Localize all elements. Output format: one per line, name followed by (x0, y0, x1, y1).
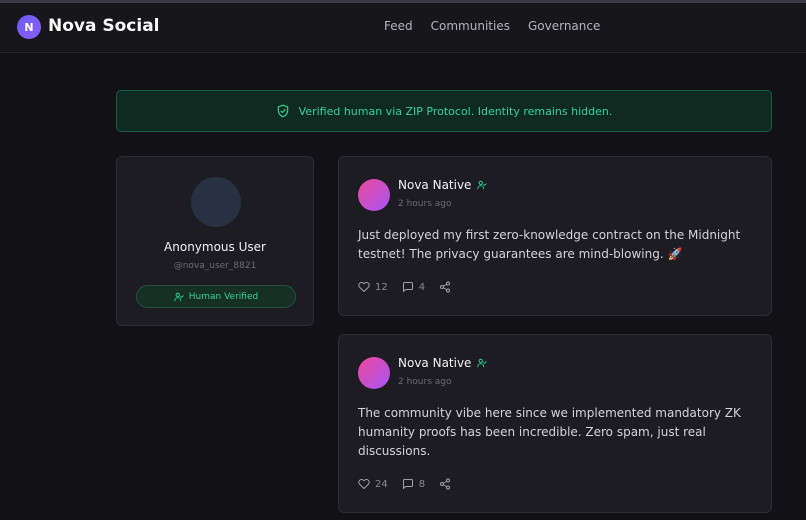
verified-user-icon (477, 180, 488, 190)
comment-button[interactable]: 8 (402, 478, 425, 490)
like-count: 24 (375, 478, 388, 490)
heart-icon (358, 478, 370, 490)
comment-count: 8 (418, 478, 426, 490)
post-author-row: Nova Native (398, 178, 488, 192)
comment-button[interactable]: 4 (402, 281, 425, 293)
post-body: The community vibe here since we impleme… (358, 406, 741, 458)
nav-communities[interactable]: Communities (431, 19, 510, 33)
banner-text: Verified human via ZIP Protocol. Identit… (298, 104, 613, 118)
post-card: Nova Native 2 hours ago Just deployed my… (338, 156, 772, 316)
like-count: 12 (375, 281, 388, 293)
verification-banner: Verified human via ZIP Protocol. Identit… (116, 90, 772, 132)
profile-avatar[interactable] (191, 177, 241, 227)
post-actions: 12 4 (358, 281, 451, 293)
post-body: Just deployed my first zero-knowledge co… (358, 228, 741, 261)
post-author-name[interactable]: Nova Native (398, 356, 471, 370)
share-button[interactable] (439, 281, 451, 293)
user-check-icon (174, 292, 184, 302)
logo-badge[interactable]: N (17, 15, 41, 39)
profile-card: Anonymous User @nova_user_8821 Human Ver… (116, 156, 314, 326)
nav-feed[interactable]: Feed (384, 19, 413, 33)
post-author-avatar[interactable] (358, 179, 390, 211)
shield-check-icon (276, 104, 290, 118)
post-author-row: Nova Native (398, 356, 488, 370)
share-icon (439, 478, 451, 490)
nav-governance[interactable]: Governance (528, 19, 600, 33)
verified-badge-label: Human Verified (188, 291, 259, 302)
like-button[interactable]: 24 (358, 478, 388, 490)
post-card: Nova Native 2 hours ago The community vi… (338, 334, 772, 513)
post-actions: 24 8 (358, 478, 451, 490)
like-button[interactable]: 12 (358, 281, 388, 293)
post-author-name[interactable]: Nova Native (398, 178, 471, 192)
verified-user-icon (477, 358, 488, 368)
share-icon (439, 281, 451, 293)
post-timestamp: 2 hours ago (398, 377, 452, 387)
human-verified-badge: Human Verified (136, 285, 296, 308)
post-author-avatar[interactable] (358, 357, 390, 389)
share-button[interactable] (439, 478, 451, 490)
heart-icon (358, 281, 370, 293)
comment-icon (402, 281, 414, 293)
app-name[interactable]: Nova Social (48, 16, 160, 36)
profile-name: Anonymous User (164, 240, 266, 254)
main-nav: Feed Communities Governance (384, 19, 600, 33)
profile-handle: @nova_user_8821 (173, 261, 257, 271)
post-timestamp: 2 hours ago (398, 199, 452, 209)
comment-icon (402, 478, 414, 490)
top-navbar: N Nova Social Feed Communities Governanc… (0, 3, 806, 53)
comment-count: 4 (418, 281, 426, 293)
